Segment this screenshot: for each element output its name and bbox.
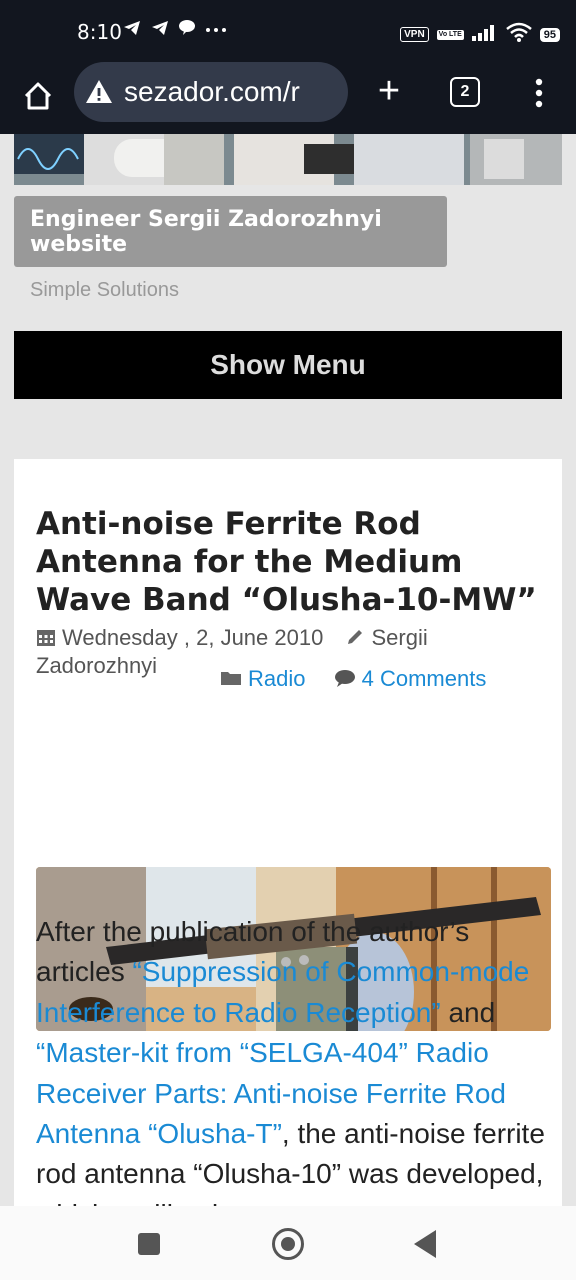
site-title[interactable]: Engineer Sergii Zadorozhnyi website xyxy=(14,196,447,267)
new-tab-button[interactable]: + xyxy=(372,72,406,110)
home-icon xyxy=(24,82,52,110)
url-text[interactable]: sezador.com/r xyxy=(124,76,300,108)
notification-icons xyxy=(122,18,228,43)
site-tagline: Simple Solutions xyxy=(30,279,179,301)
battery-indicator: 95 xyxy=(539,27,560,42)
post-body: After the publication of the author’s ar… xyxy=(36,912,552,1206)
status-time: 8:10 xyxy=(77,20,122,44)
comment-icon xyxy=(334,668,356,694)
category-link[interactable]: Radio xyxy=(248,666,305,691)
warning-icon[interactable] xyxy=(84,77,114,107)
body-text: and xyxy=(440,996,496,1028)
system-nav-bar xyxy=(0,1206,576,1280)
folder-icon xyxy=(220,668,242,694)
pencil-icon xyxy=(345,627,365,653)
post-date: Wednesday , 2, June 2010 xyxy=(62,625,324,650)
wifi-icon xyxy=(505,22,532,47)
vertical-dots-icon xyxy=(535,78,543,108)
home-nav-button[interactable] xyxy=(272,1228,304,1260)
more-menu-button[interactable] xyxy=(526,76,552,110)
telegram-icon xyxy=(150,18,170,43)
show-menu-button[interactable]: Show Menu xyxy=(14,331,562,399)
recents-button[interactable] xyxy=(138,1233,160,1255)
telegram-icon xyxy=(122,18,142,43)
browser-toolbar: sezador.com/r + 2 xyxy=(0,62,576,134)
signal-icon xyxy=(471,23,498,46)
volte-badge: Vo LTE xyxy=(436,29,464,40)
comments-link[interactable]: 4 Comments xyxy=(362,666,487,691)
tab-switcher-button[interactable]: 2 xyxy=(450,77,480,107)
chat-bubble-icon xyxy=(178,18,196,43)
header-image xyxy=(14,134,562,185)
home-button[interactable] xyxy=(18,76,58,116)
page-content[interactable]: Engineer Sergii Zadorozhnyi website Simp… xyxy=(0,134,576,1206)
status-right-icons: VPN Vo LTE 95 xyxy=(400,22,560,47)
post-title: Anti-noise Ferrite Rod Antenna for the M… xyxy=(36,506,537,618)
more-dots-icon xyxy=(204,18,228,43)
vpn-badge: VPN xyxy=(400,27,429,42)
url-bar[interactable]: sezador.com/r xyxy=(74,62,348,122)
post-meta-links: Radio 4 Comments xyxy=(220,666,550,694)
calendar-icon xyxy=(36,627,56,653)
back-button[interactable] xyxy=(414,1230,436,1258)
status-bar: 8:10 VPN Vo LTE 95 xyxy=(0,0,576,62)
